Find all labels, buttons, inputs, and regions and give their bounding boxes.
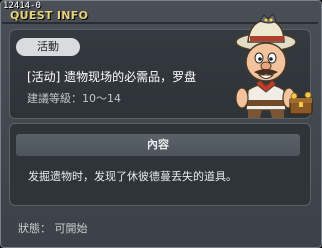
explorer-npc-icon — [235, 14, 313, 118]
quest-category-badge: 活動 — [16, 38, 80, 56]
quest-status: 狀態： 可開始 — [18, 222, 88, 235]
window-title: QUEST INFO — [10, 9, 89, 22]
description-text: 发掘遗物时，发现了休彼德蔓丢失的道具。 — [28, 170, 237, 183]
description-header: 內容 — [16, 134, 300, 156]
quest-recommended-level: 建議等級：10～14 — [27, 92, 121, 105]
quest-name: [活动] 遗物现场的必需品，罗盘 — [27, 70, 197, 84]
